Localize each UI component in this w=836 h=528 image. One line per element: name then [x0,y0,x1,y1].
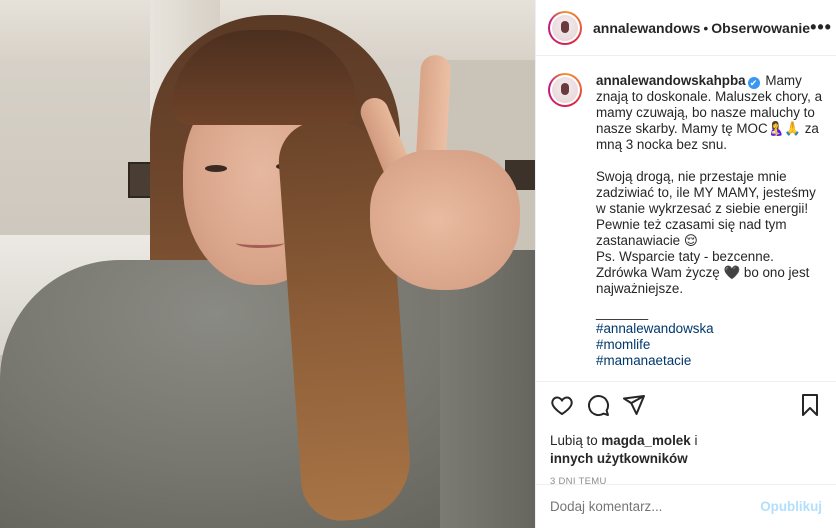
post-sidebar: annalewandows • Obserwowanie ••• annalew… [535,0,836,528]
avatar-image [552,77,578,103]
header-username[interactable]: annalewandows [593,20,700,36]
bookmark-icon[interactable] [798,393,822,417]
comment-input[interactable] [550,499,761,514]
hashtag-link[interactable]: #momlife [596,337,824,353]
heart-icon[interactable] [550,393,574,417]
avatar-ring [550,75,580,105]
verified-badge-icon: ✔ [747,77,760,89]
avatar[interactable] [548,10,582,45]
likes-suffix: i [694,433,698,448]
hashtag-link[interactable]: #annalewandowska [596,321,824,337]
share-icon[interactable] [622,393,646,417]
post-comment-button[interactable]: Opublikuj [760,499,822,514]
follow-button[interactable]: Obserwowanie [711,20,810,36]
action-bar: Lubią to magda_molek i innych użytkownik… [536,381,836,487]
post-header: annalewandows • Obserwowanie ••• [536,0,836,56]
photo-picture-frame [128,162,152,198]
caption-username[interactable]: annalewandowskahpba [596,73,746,88]
caption-paragraph: Swoją drogą, nie przestaje mnie zadziwia… [596,169,816,248]
more-icon[interactable]: ••• [810,17,832,38]
photo-smile [236,238,284,248]
comments-section[interactable]: annalewandowskahpba ✔ Mamy znają to dosko… [536,57,836,380]
liker-username[interactable]: magda_molek [601,433,690,448]
comment-icon[interactable] [586,393,610,417]
photo-forearm [440,250,535,528]
likes-others-link[interactable]: innych użytkowników [550,451,688,466]
action-icons [550,392,822,418]
caption-separator: _______ [596,305,649,320]
caption-paragraph: Zdrówka Wam życzę 🖤 bo ono jest najważni… [596,265,810,296]
add-comment-bar: Opublikuj [536,484,836,528]
caption-body: annalewandowskahpba ✔ Mamy znają to dosko… [596,73,824,369]
avatar-image [552,14,578,41]
likes-summary: Lubią to magda_molek i innych użytkownik… [550,432,822,468]
hashtag-link[interactable]: #mamanaetacie [596,353,824,369]
avatar-ring [550,12,580,43]
likes-prefix: Lubią to [550,433,598,448]
header-separator: • [703,19,709,36]
caption-avatar[interactable] [548,73,582,107]
photo-eye [205,165,227,172]
post-photo[interactable] [0,0,535,528]
caption-paragraph: Ps. Wsparcie taty - bezcenne. [596,249,774,264]
photo-hand-peace-sign [370,150,520,290]
caption: annalewandowskahpba ✔ Mamy znają to dosko… [548,73,824,369]
